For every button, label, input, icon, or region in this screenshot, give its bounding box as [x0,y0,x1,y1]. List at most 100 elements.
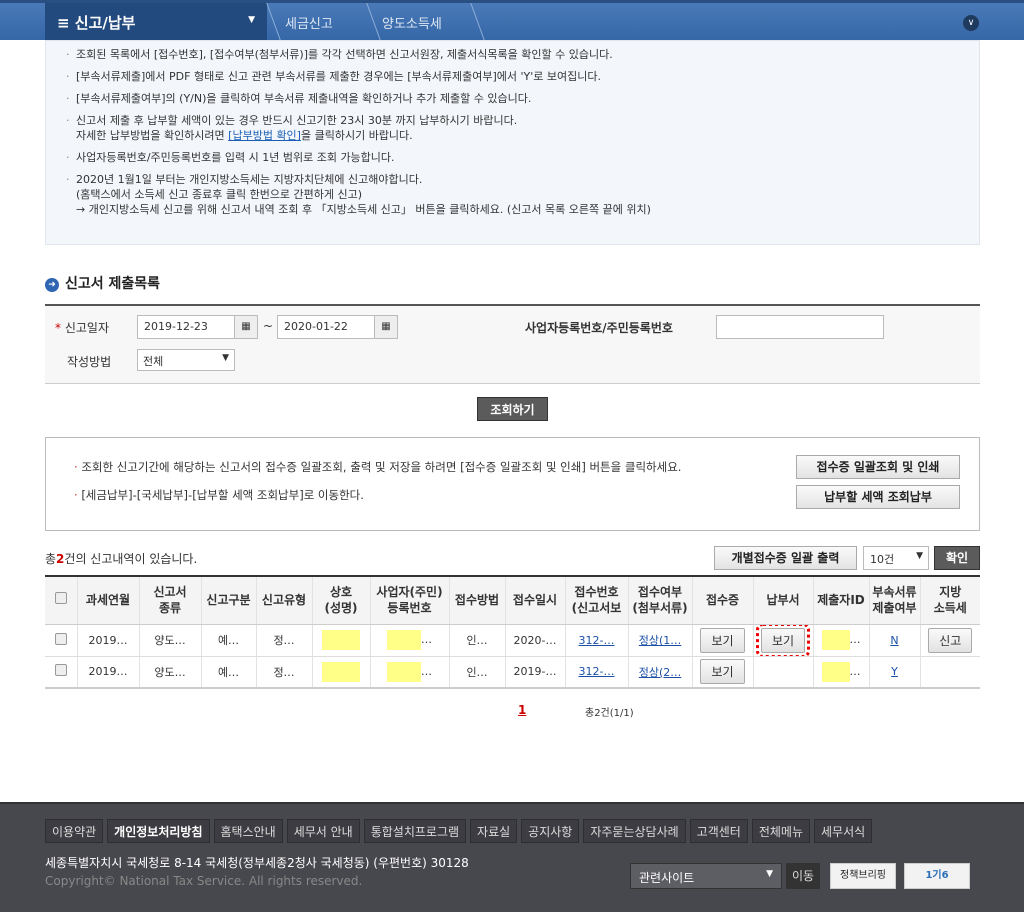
breadcrumb-tax-report[interactable]: 세금신고 [285,13,333,32]
breadcrumb-transfer-income-tax[interactable]: 양도소득세 [382,13,442,32]
masked-value [322,661,360,682]
cell-business-name [311,624,370,657]
section-title: ➜ 신고서 제출목록 [45,273,160,293]
row-checkbox[interactable] [54,664,67,677]
top-nav: ≡ 신고/납부 ▼ 세금신고 양도소득세 ∨ [0,0,1024,40]
id-input[interactable] [716,315,884,339]
header-attachment-submitted: 부속서류 제출여부 [868,575,920,625]
cell-local-income-tax: 신고 [919,624,980,657]
header-local-income-tax: 지방 소득세 [919,575,980,625]
receipt-status-link[interactable]: 정상(2… [639,666,682,679]
footer-link[interactable]: 자주묻는상담사례 [583,819,686,843]
header-receipt-method: 접수방법 [448,575,505,625]
calendar-icon[interactable]: ▦ [374,315,398,339]
footer-link[interactable]: 세무서식 [814,819,873,843]
footer-link[interactable]: 홈택스안내 [213,819,283,843]
header-submitter-id: 제출자ID [812,575,869,625]
cell-receipt: 보기 [691,656,753,689]
attachment-submitted-link[interactable]: N [890,634,898,647]
cell-business-name [311,656,370,689]
gov-callcenter-banner[interactable]: 1기6 [904,863,970,889]
go-button[interactable]: 이동 [786,863,820,889]
cell-receipt-number: 312-… [564,656,628,689]
cell-receipt-date: 2019-… [504,656,565,689]
attachment-submitted-link[interactable]: Y [891,665,898,678]
header-select-all[interactable] [45,575,77,625]
header-payment-slip: 납부서 [752,575,813,625]
header-report-category: 신고구분 [200,575,256,625]
receipt-button[interactable]: 보기 [700,659,745,685]
menu-dropdown[interactable]: ≡ 신고/납부 ▼ [45,3,267,40]
cell-local-income-tax [919,656,980,689]
footer-link[interactable]: 자료실 [470,819,518,843]
policy-briefing-banner[interactable]: 정책브리핑 [830,863,896,889]
table-row: 2019… 양도… 예… 정…… 인… 2020-… 312-… 정상(1… 보기 보기… N 신고 [45,624,980,657]
page-1-link[interactable]: 1 [518,703,526,717]
payment-method-link[interactable]: [납부방법 확인] [228,129,301,142]
cell-report-category: 예… [200,656,256,689]
cell-receipt-method: 인… [448,624,505,657]
receipt-status-link[interactable]: 정상(1… [639,634,682,647]
info-box: 조회된 목록에서 [접수번호], [접수여부(첨부서류)]를 각각 선택하면 신… [45,40,980,245]
cell-report-kind: 정… [255,656,312,689]
receipt-button[interactable]: 보기 [700,627,745,653]
date-label: * 신고일자 [55,321,109,335]
footer-copyright: Copyright© National Tax Service. All rig… [45,874,363,888]
footer-link[interactable]: 고객센터 [689,819,748,843]
receipt-bulk-print-button[interactable]: 접수증 일괄조회 및 인쇄 [796,455,960,479]
date-to-input[interactable]: 2020-01-22 [277,315,377,339]
cell-receipt-status: 정상(1… [627,624,692,657]
footer-link[interactable]: 이용약관 [45,819,104,843]
header-receipt-number: 접수번호 (신고서보 [564,575,628,625]
select-all-checkbox[interactable] [54,592,67,605]
cell-receipt-status: 정상(2… [627,656,692,689]
expand-icon[interactable]: ∨ [963,15,979,31]
cell-payment-slip [752,656,813,689]
notice-line: 조회한 신고기간에 해당하는 신고서의 접수증 일괄조회, 출력 및 저장을 하… [74,459,681,475]
local-income-tax-button[interactable]: 신고 [928,627,973,653]
header-receipt-status: 접수여부 (첨부서류) [627,575,692,625]
cell-attachment-submitted: Y [868,656,920,689]
receipt-number-link[interactable]: 312-… [579,665,615,678]
footer-link[interactable]: 통합설치프로그램 [363,819,467,843]
id-label: 사업자등록번호/주민등록번호 [525,321,673,335]
date-from-input[interactable]: 2019-12-23 [137,315,237,339]
receipt-number-link[interactable]: 312-… [579,634,615,647]
masked-value [821,661,850,682]
confirm-button[interactable]: 확인 [934,546,980,570]
cell-receipt-method: 인… [448,656,505,689]
masked-value [821,630,850,650]
page-size-select[interactable]: 10건 ▼ [863,546,929,570]
info-line: 신고서 제출 후 납부할 세액이 있는 경우 반드시 신고기한 23시 30분 … [66,113,979,143]
payment-slip-button[interactable]: 보기 [755,624,811,655]
header-receipt: 접수증 [691,575,753,625]
footer-link[interactable]: 공지사항 [521,819,580,843]
arrow-circle-icon: ➜ [45,278,59,292]
footer-link[interactable]: 전체메뉴 [751,819,811,843]
hamburger-icon: ≡ [57,14,75,32]
calendar-icon[interactable]: ▦ [234,315,258,339]
header-business-name: 상호 (성명) [311,575,370,625]
method-select[interactable]: 전체 ▼ [137,349,235,371]
row-checkbox[interactable] [54,632,67,645]
related-sites-select[interactable]: 관련사이트 ▼ [630,863,782,889]
cell-registration-number: … [369,656,449,689]
cell-submitter-id: … [812,656,869,689]
tax-payment-button[interactable]: 납부할 세액 조회납부 [796,485,960,509]
cell-report-type: 양도… [138,624,201,657]
cell-receipt: 보기 [691,624,753,657]
header-report-type: 신고서 종류 [138,575,201,625]
search-button[interactable]: 조회하기 [477,397,548,421]
caret-down-icon: ▼ [248,15,255,25]
breadcrumb-separator [353,3,381,40]
masked-value [387,630,421,650]
header-report-kind: 신고유형 [255,575,312,625]
bulk-print-button[interactable]: 개별접수증 일괄 출력 [714,546,857,570]
cell-registration-number: … [369,624,449,657]
footer-address: 세종특별자치시 국세청로 8-14 국세청(정부세종2청사 국세청동) (우편번… [45,856,469,870]
masked-value [387,661,421,682]
footer-link[interactable]: 세무서 안내 [286,819,360,843]
cell-report-type: 양도… [138,656,201,689]
report-table: 과세연월 신고서 종류 신고구분 신고유형 상호 (성명) 사업자(주민) 등록번호 접수방… [45,575,980,689]
footer-link[interactable]: 개인정보처리방침 [107,819,210,843]
